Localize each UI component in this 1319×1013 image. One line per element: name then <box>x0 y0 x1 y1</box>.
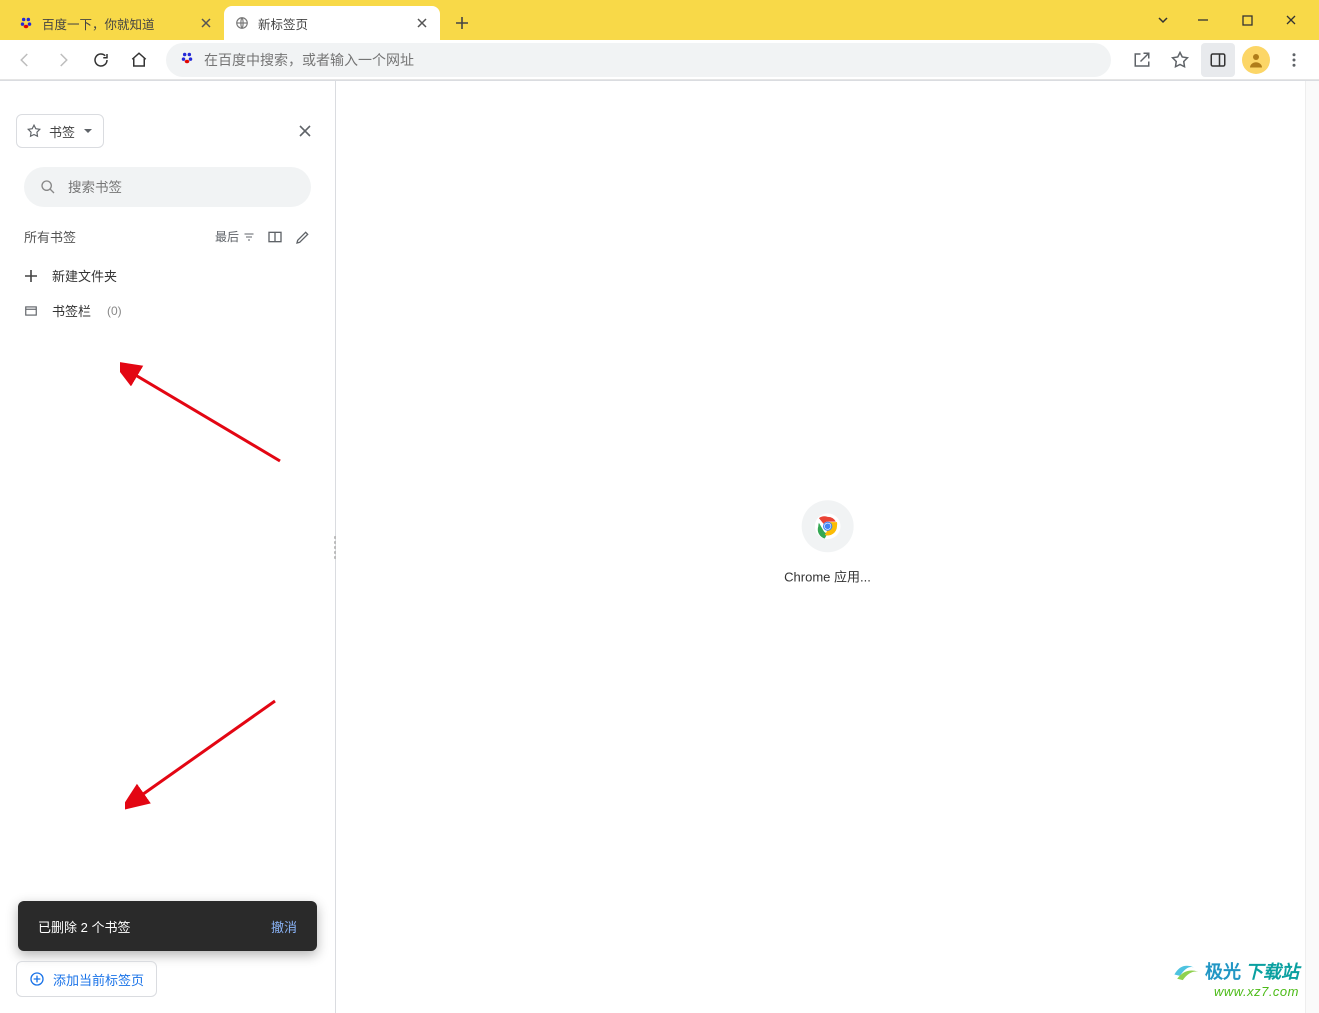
omnibox-input[interactable] <box>204 52 1097 68</box>
main-content: Chrome 应用... 极光下载站 www.xz7.com <box>336 81 1319 1013</box>
content-area: 书签 所有书签 最后 新建 <box>0 80 1319 1013</box>
dropdown-label: 书签 <box>49 122 75 141</box>
app-label: Chrome 应用... <box>784 566 871 585</box>
new-tab-button[interactable] <box>448 9 476 37</box>
globe-icon <box>234 15 250 31</box>
home-button[interactable] <box>122 43 156 77</box>
annotation-arrow-top <box>120 361 300 481</box>
reload-button[interactable] <box>84 43 118 77</box>
back-button[interactable] <box>8 43 42 77</box>
sort-button[interactable]: 最后 <box>215 228 255 245</box>
side-panel-icon[interactable] <box>1201 43 1235 77</box>
forward-button[interactable] <box>46 43 80 77</box>
chrome-apps-tile[interactable]: Chrome 应用... <box>784 500 871 585</box>
toast-message: 已删除 2 个书签 <box>38 917 130 936</box>
watermark-brand-2: 下载站 <box>1245 958 1299 984</box>
undo-button[interactable]: 撤消 <box>271 917 297 936</box>
tab-title: 新标签页 <box>258 14 308 33</box>
window-close-button[interactable] <box>1269 4 1313 36</box>
tab-strip: 百度一下，你就知道 新标签页 <box>0 0 1319 40</box>
kebab-menu-icon[interactable] <box>1277 43 1311 77</box>
bookmarks-side-panel: 书签 所有书签 最后 新建 <box>0 81 336 1013</box>
star-icon <box>27 124 41 138</box>
bookmarks-search[interactable] <box>24 167 311 207</box>
baidu-search-icon <box>180 51 194 68</box>
delete-toast: 已删除 2 个书签 撤消 <box>18 901 317 951</box>
tab-title: 百度一下，你就知道 <box>42 14 155 33</box>
window-controls <box>1145 0 1313 40</box>
close-panel-button[interactable] <box>291 117 319 145</box>
folder-bar-icon <box>24 304 38 318</box>
window-maximize-button[interactable] <box>1225 4 1269 36</box>
add-current-tab-button[interactable]: 添加当前标签页 <box>16 961 157 997</box>
watermark-url: www.xz7.com <box>1173 984 1299 999</box>
profile-button[interactable] <box>1239 43 1273 77</box>
tab-search-button[interactable] <box>1145 4 1181 36</box>
add-current-label: 添加当前标签页 <box>53 970 144 989</box>
bookmark-star-icon[interactable] <box>1163 43 1197 77</box>
browser-toolbar <box>0 40 1319 80</box>
bookmarks-bar-label: 书签栏 <box>52 301 91 320</box>
window-minimize-button[interactable] <box>1181 4 1225 36</box>
edit-icon[interactable] <box>295 229 311 245</box>
bookmarks-bar-folder[interactable]: 书签栏 (0) <box>18 293 317 328</box>
new-folder-label: 新建文件夹 <box>52 266 117 285</box>
annotation-arrow-bottom <box>125 691 295 811</box>
grid-view-icon[interactable] <box>267 229 283 245</box>
scrollbar[interactable] <box>1305 81 1319 1013</box>
bookmarks-dropdown[interactable]: 书签 <box>16 114 104 148</box>
search-icon <box>40 179 56 195</box>
watermark: 极光下载站 www.xz7.com <box>1173 958 1299 999</box>
caret-down-icon <box>83 126 93 136</box>
new-folder-button[interactable]: 新建文件夹 <box>18 258 317 293</box>
baidu-favicon <box>18 15 34 31</box>
browser-tab-baidu[interactable]: 百度一下，你就知道 <box>8 6 224 40</box>
browser-tab-newtab[interactable]: 新标签页 <box>224 6 440 40</box>
sort-label: 最后 <box>215 228 239 245</box>
share-icon[interactable] <box>1125 43 1159 77</box>
circle-plus-icon <box>29 971 45 987</box>
close-tab-icon[interactable] <box>198 15 214 31</box>
chrome-icon <box>802 500 854 552</box>
address-bar[interactable] <box>166 43 1111 77</box>
all-bookmarks-label: 所有书签 <box>24 227 76 246</box>
bookmarks-search-input[interactable] <box>68 180 295 195</box>
close-tab-icon[interactable] <box>414 15 430 31</box>
profile-avatar <box>1242 46 1270 74</box>
plus-icon <box>24 269 38 283</box>
bookmarks-bar-count: (0) <box>107 304 122 318</box>
watermark-brand-1: 极光 <box>1205 958 1241 984</box>
filter-icon <box>243 231 255 243</box>
watermark-swoosh-icon <box>1173 960 1201 982</box>
